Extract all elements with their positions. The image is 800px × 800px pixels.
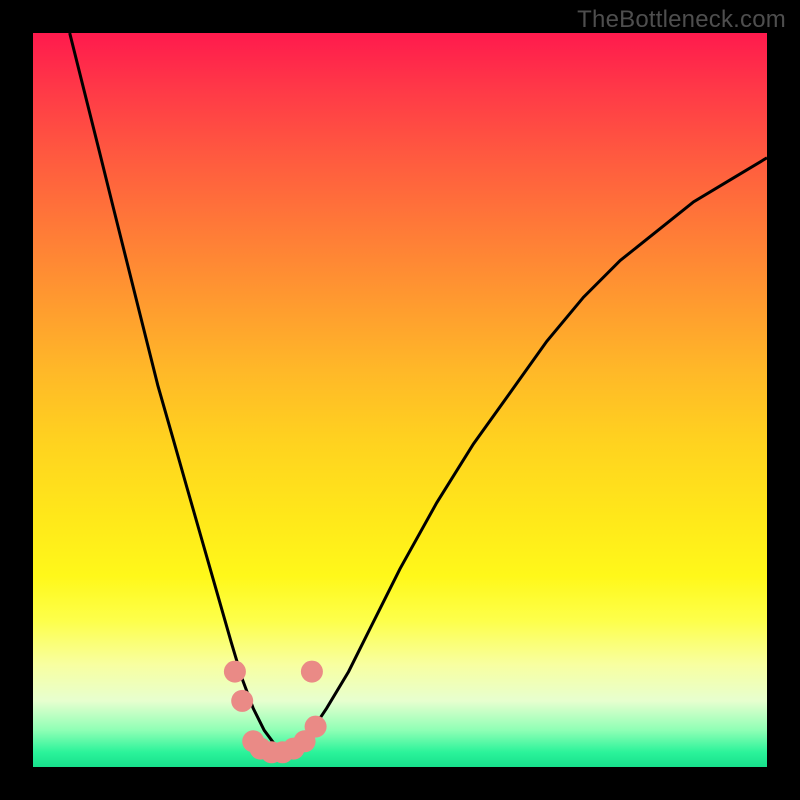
curve-marker [224, 661, 246, 683]
chart-svg [33, 33, 767, 767]
curve-marker [231, 690, 253, 712]
curve-marker [301, 661, 323, 683]
watermark-text: TheBottleneck.com [577, 6, 786, 34]
curve-marker-group [224, 661, 327, 764]
outer-frame: TheBottleneck.com [0, 0, 800, 800]
bottleneck-curve [70, 33, 767, 752]
curve-marker [305, 716, 327, 738]
chart-plot-area [33, 33, 767, 767]
